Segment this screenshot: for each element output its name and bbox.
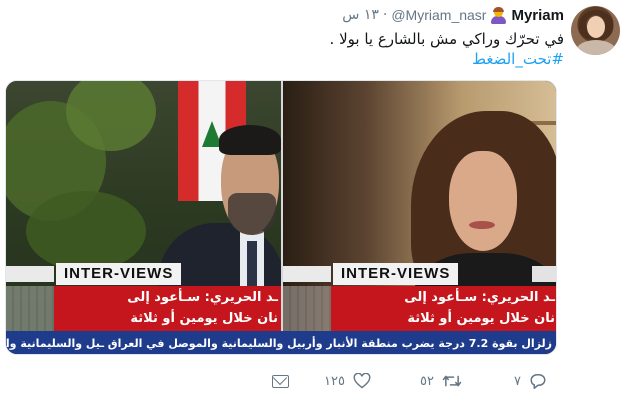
channel-logo-block: [532, 266, 556, 282]
hashtag-link[interactable]: #تحت_الضغط: [84, 49, 564, 69]
retweet-icon[interactable]: [442, 373, 462, 389]
avatar[interactable]: [571, 6, 620, 55]
like-button[interactable]: ١٢٥: [324, 370, 371, 392]
channel-logo-block: [6, 266, 54, 282]
tweet-card[interactable]: ١٣ س · @Myriam_nasr Myriam في تحرّك وراك…: [0, 0, 626, 397]
caption-stripes: [6, 286, 54, 332]
video-still-left: INTER-VIEWS ـد الحريري: سـأعود إلى نان خ…: [6, 81, 281, 354]
tweet-actions: ١٢٥ ٥٢ ٧: [270, 370, 560, 392]
avatar-face: [587, 16, 605, 38]
media-image[interactable]: INTER-VIEWS ـد الحريري: سـأعود إلى نان خ…: [5, 80, 557, 355]
caption-line-2: نان خلال يومين أو ثلاثة: [407, 311, 555, 326]
reply-button[interactable]: ٧: [514, 370, 547, 392]
man-hair: [219, 125, 281, 155]
user-handle[interactable]: @Myriam_nasr: [391, 7, 486, 23]
tweet-body: في تحرّك وراكي مش بالشارع يا بولا .: [329, 30, 564, 48]
interviews-ribbon: INTER-VIEWS: [333, 263, 459, 285]
ticker-text: زلزال بقوة 7.2 درجة يضرب منطقة الأنبار و…: [6, 337, 552, 350]
retweet-button[interactable]: ٥٢: [420, 370, 462, 392]
interviews-ribbon: INTER-VIEWS: [56, 263, 182, 285]
woman-lips: [469, 221, 495, 229]
display-name[interactable]: Myriam: [511, 7, 564, 24]
caption-stripes: [283, 286, 331, 332]
man-beard: [228, 193, 276, 235]
caption-box: ـد الحريري: سـأعود إلى نان خلال يومين أو…: [331, 286, 556, 332]
caption-line-2: نان خلال يومين أو ثلاثة: [130, 311, 278, 326]
header-separator: ·: [382, 7, 388, 23]
caption-box: ـد الحريري: سـأعود إلى نان خلال يومين أو…: [54, 286, 281, 332]
avatar-shirt: [576, 40, 616, 55]
woman-face: [449, 151, 517, 251]
heart-icon[interactable]: [353, 373, 371, 389]
woman-emoji-icon: [490, 6, 507, 24]
like-count: ١٢٥: [324, 373, 345, 389]
tweet-header: ١٣ س · @Myriam_nasr Myriam: [342, 5, 564, 25]
caption-line-1: ـد الحريري: سـأعود إلى: [127, 290, 278, 305]
channel-logo-block: [283, 266, 331, 282]
reply-count: ٧: [514, 373, 521, 389]
tweet-time[interactable]: ١٣ س: [342, 7, 379, 23]
retweet-count: ٥٢: [420, 373, 434, 389]
tweet-text: في تحرّك وراكي مش بالشارع يا بولا . #تحت…: [84, 29, 564, 69]
plant-leaves: [26, 191, 146, 271]
caption-line-1: ـد الحريري: سـأعود إلى: [404, 290, 555, 305]
reply-icon[interactable]: [529, 373, 547, 390]
news-ticker: زلزال بقوة 7.2 درجة يضرب منطقة الأنبار و…: [6, 331, 556, 354]
message-button[interactable]: [272, 370, 289, 392]
mail-icon[interactable]: [272, 374, 289, 388]
video-still-right: INTER-VIEWS ـد الحريري: سـأعود إلى نان خ…: [283, 81, 556, 354]
